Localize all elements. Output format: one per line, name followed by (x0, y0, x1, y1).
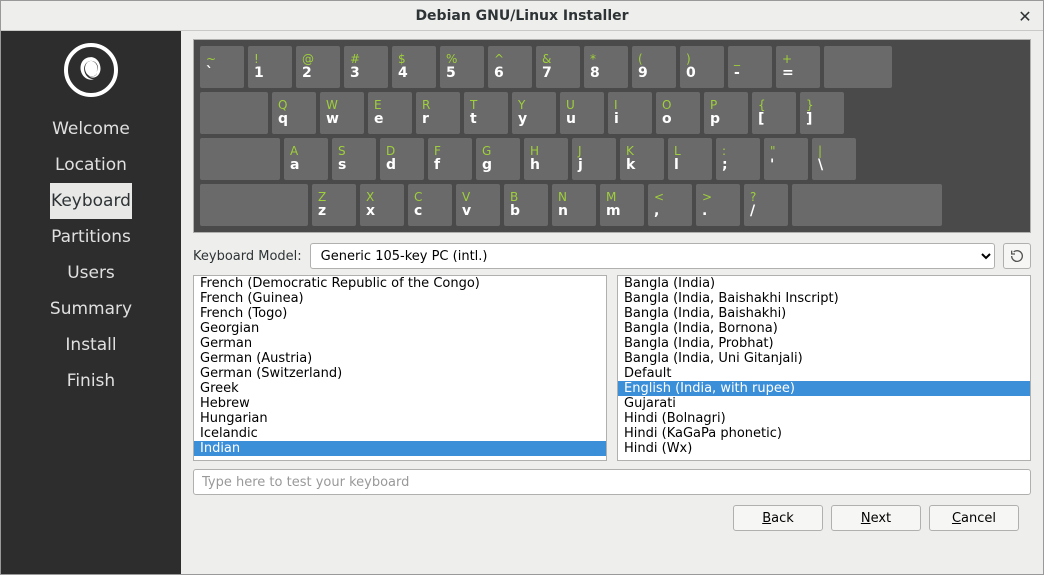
key-0: )0 (680, 46, 724, 88)
layout-item[interactable]: French (Guinea) (194, 291, 606, 306)
refresh-icon (1009, 248, 1025, 264)
key-x: Xx (360, 184, 404, 226)
key-w: Ww (320, 92, 364, 134)
key-p: Pp (704, 92, 748, 134)
key-4: $4 (392, 46, 436, 88)
layout-item[interactable]: Indian (194, 441, 606, 456)
keyboard-test-input[interactable] (193, 469, 1031, 495)
keyboard-preview: ~`!1@2#3$4%5^6&7*8(9)0_-+= QqWwEeRrTtYyUu… (193, 39, 1031, 233)
key-5: %5 (440, 46, 484, 88)
key-c: Cc (408, 184, 452, 226)
layout-item[interactable]: Hungarian (194, 411, 606, 426)
close-icon[interactable]: ✕ (1015, 6, 1035, 26)
variant-item[interactable]: Bangla (India) (618, 276, 1030, 291)
key-y: Yy (512, 92, 556, 134)
sidebar-item-partitions[interactable]: Partitions (50, 219, 132, 255)
key-[: {[ (752, 92, 796, 134)
window-title: Debian GNU/Linux Installer (415, 8, 628, 24)
key-i: Ii (608, 92, 652, 134)
layout-item[interactable]: German (194, 336, 606, 351)
key-/: ?/ (744, 184, 788, 226)
layout-item[interactable]: French (Togo) (194, 306, 606, 321)
sidebar-item-keyboard[interactable]: Keyboard (50, 183, 132, 219)
keyboard-variant-list[interactable]: Bangla (India)Bangla (India, Baishakhi I… (617, 275, 1031, 461)
key-u: Uu (560, 92, 604, 134)
key--: _- (728, 46, 772, 88)
key-o: Oo (656, 92, 700, 134)
key-k: Kk (620, 138, 664, 180)
sidebar-item-users[interactable]: Users (50, 255, 132, 291)
key-v: Vv (456, 184, 500, 226)
variant-item[interactable]: Default (618, 366, 1030, 381)
sidebar-item-welcome[interactable]: Welcome (50, 111, 132, 147)
sidebar-item-install[interactable]: Install (50, 327, 132, 363)
key-3: #3 (344, 46, 388, 88)
key-1: !1 (248, 46, 292, 88)
cancel-button[interactable]: Cancel (929, 505, 1019, 531)
debian-logo-icon (64, 43, 118, 97)
layout-item[interactable]: French (Democratic Republic of the Congo… (194, 276, 606, 291)
key-;: :; (716, 138, 760, 180)
key-9: (9 (632, 46, 676, 88)
key-=: += (776, 46, 820, 88)
key-f: Ff (428, 138, 472, 180)
key-7: &7 (536, 46, 580, 88)
key-,: <, (648, 184, 692, 226)
layout-item[interactable]: Greek (194, 381, 606, 396)
installer-window: Debian GNU/Linux Installer ✕ WelcomeLoca… (0, 0, 1044, 575)
key-.: >. (696, 184, 740, 226)
key-g: Gg (476, 138, 520, 180)
layout-item[interactable]: German (Switzerland) (194, 366, 606, 381)
key-2: @2 (296, 46, 340, 88)
variant-item[interactable]: Bangla (India, Bornona) (618, 321, 1030, 336)
key-s: Ss (332, 138, 376, 180)
key-\: |\ (812, 138, 856, 180)
layout-item[interactable]: Georgian (194, 321, 606, 336)
key-`: ~` (200, 46, 244, 88)
layout-item[interactable]: Icelandic (194, 426, 606, 441)
key-]: }] (800, 92, 844, 134)
reset-model-button[interactable] (1003, 243, 1031, 269)
keyboard-model-select[interactable]: Generic 105-key PC (intl.) (310, 243, 995, 269)
key-8: *8 (584, 46, 628, 88)
keyboard-model-label: Keyboard Model: (193, 249, 302, 264)
key-z: Zz (312, 184, 356, 226)
sidebar-item-summary[interactable]: Summary (50, 291, 132, 327)
variant-item[interactable]: Bangla (India, Baishakhi) (618, 306, 1030, 321)
key-': "' (764, 138, 808, 180)
next-button[interactable]: Next (831, 505, 921, 531)
variant-item[interactable]: Hindi (KaGaPa phonetic) (618, 426, 1030, 441)
key-t: Tt (464, 92, 508, 134)
variant-item[interactable]: Hindi (Bolnagri) (618, 411, 1030, 426)
footer-buttons: Back Next Cancel (193, 495, 1031, 543)
key-6: ^6 (488, 46, 532, 88)
key-n: Nn (552, 184, 596, 226)
variant-item[interactable]: Bangla (India, Baishakhi Inscript) (618, 291, 1030, 306)
sidebar: WelcomeLocationKeyboardPartitionsUsersSu… (1, 31, 181, 574)
sidebar-item-finish[interactable]: Finish (50, 363, 132, 399)
key-b: Bb (504, 184, 548, 226)
key-r: Rr (416, 92, 460, 134)
sidebar-item-location[interactable]: Location (50, 147, 132, 183)
variant-item[interactable]: Bangla (India, Probhat) (618, 336, 1030, 351)
key-d: Dd (380, 138, 424, 180)
key-h: Hh (524, 138, 568, 180)
variant-item[interactable]: Bangla (India, Uni Gitanjali) (618, 351, 1030, 366)
layout-item[interactable]: German (Austria) (194, 351, 606, 366)
variant-item[interactable]: Hindi (Wx) (618, 441, 1030, 456)
layout-item[interactable]: Hebrew (194, 396, 606, 411)
key-a: Aa (284, 138, 328, 180)
key-m: Mm (600, 184, 644, 226)
keyboard-layout-list[interactable]: French (Democratic Republic of the Congo… (193, 275, 607, 461)
variant-item[interactable]: English (India, with rupee) (618, 381, 1030, 396)
back-button[interactable]: Back (733, 505, 823, 531)
key-q: Qq (272, 92, 316, 134)
key-e: Ee (368, 92, 412, 134)
variant-item[interactable]: Gujarati (618, 396, 1030, 411)
key-j: Jj (572, 138, 616, 180)
key-l: Ll (668, 138, 712, 180)
titlebar: Debian GNU/Linux Installer ✕ (1, 1, 1043, 31)
